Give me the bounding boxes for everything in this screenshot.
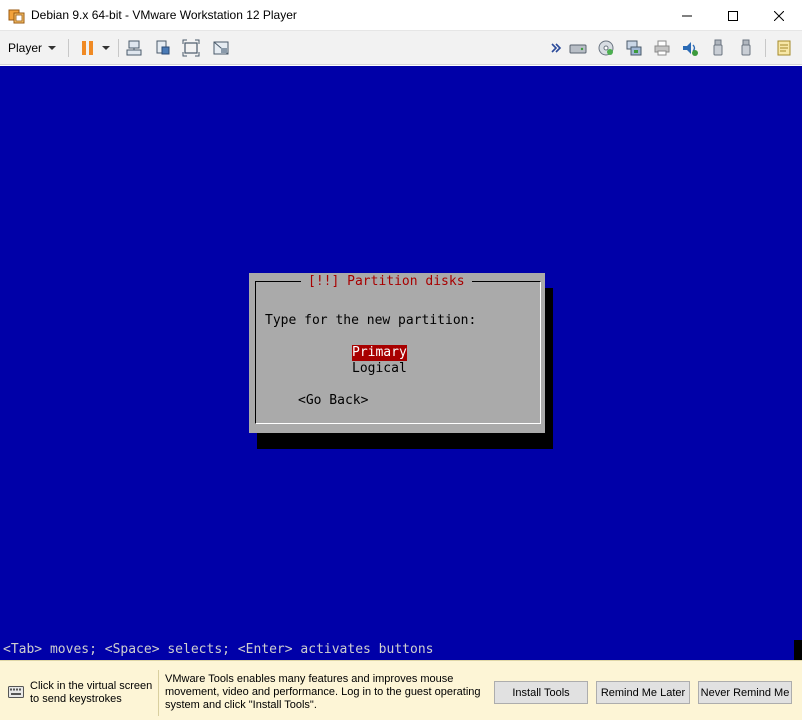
toolbar-divider <box>765 39 766 57</box>
cd-dvd-icon[interactable] <box>597 39 615 57</box>
window-title-bar[interactable]: Debian 9.x 64-bit - VMware Workstation 1… <box>0 0 802 31</box>
more-devices-icon[interactable] <box>550 39 562 57</box>
minimize-icon <box>682 15 692 16</box>
player-toolbar: Player <box>0 31 802 65</box>
hard-disk-icon[interactable] <box>569 39 587 57</box>
toolbar-divider <box>118 39 119 57</box>
message-log-icon[interactable] <box>775 39 793 57</box>
fit-window-icon[interactable] <box>182 39 200 57</box>
option-logical[interactable]: Logical <box>352 361 407 377</box>
partition-disks-dialog: [!!] Partition disks Type for the new pa… <box>249 273 545 433</box>
vmware-tools-message: VMware Tools enables many features and i… <box>165 673 481 711</box>
remind-me-later-button[interactable]: Remind Me Later <box>596 681 690 704</box>
keyboard-icon <box>8 686 24 698</box>
exit-fullscreen-icon[interactable] <box>212 39 230 57</box>
virtual-machine-screen[interactable]: [!!] Partition disks Type for the new pa… <box>0 66 802 660</box>
option-primary[interactable]: Primary <box>352 345 407 361</box>
vmware-app-icon <box>8 9 25 24</box>
notification-divider <box>158 670 159 716</box>
click-to-send-keystrokes-hint: Click in the virtual screen to send keys… <box>30 680 153 705</box>
dialog-title: [!!] Partition disks <box>301 273 472 290</box>
dropdown-caret-icon[interactable] <box>100 39 112 57</box>
usb-device-icon[interactable] <box>709 39 727 57</box>
close-button[interactable] <box>756 0 802 31</box>
screen-edge <box>794 640 802 660</box>
minimize-button[interactable] <box>664 0 710 31</box>
chevron-down-icon <box>48 46 57 50</box>
toolbar-divider <box>68 39 69 57</box>
send-ctrl-alt-del-icon[interactable] <box>125 39 143 57</box>
maximize-icon <box>728 10 738 21</box>
keyboard-help-line: <Tab> moves; <Space> selects; <Enter> ac… <box>3 642 434 657</box>
unity-icon[interactable] <box>154 39 172 57</box>
usb-device-2-icon[interactable] <box>737 39 755 57</box>
close-icon <box>774 10 784 21</box>
window-title: Debian 9.x 64-bit - VMware Workstation 1… <box>31 8 297 22</box>
sound-card-icon[interactable] <box>681 39 699 57</box>
never-remind-me-button[interactable]: Never Remind Me <box>698 681 792 704</box>
network-adapter-icon[interactable] <box>625 39 643 57</box>
vmware-tools-notification-bar: Click in the virtual screen to send keys… <box>0 660 802 720</box>
player-menu-button[interactable]: Player <box>8 39 57 57</box>
go-back-button[interactable]: <Go Back> <box>298 393 368 409</box>
maximize-button[interactable] <box>710 0 756 31</box>
pause-icon[interactable] <box>79 39 97 57</box>
partition-type-prompt: Type for the new partition: <box>265 313 477 328</box>
player-menu-label: Player <box>8 41 43 55</box>
printer-icon[interactable] <box>653 39 671 57</box>
install-tools-button[interactable]: Install Tools <box>494 681 588 704</box>
